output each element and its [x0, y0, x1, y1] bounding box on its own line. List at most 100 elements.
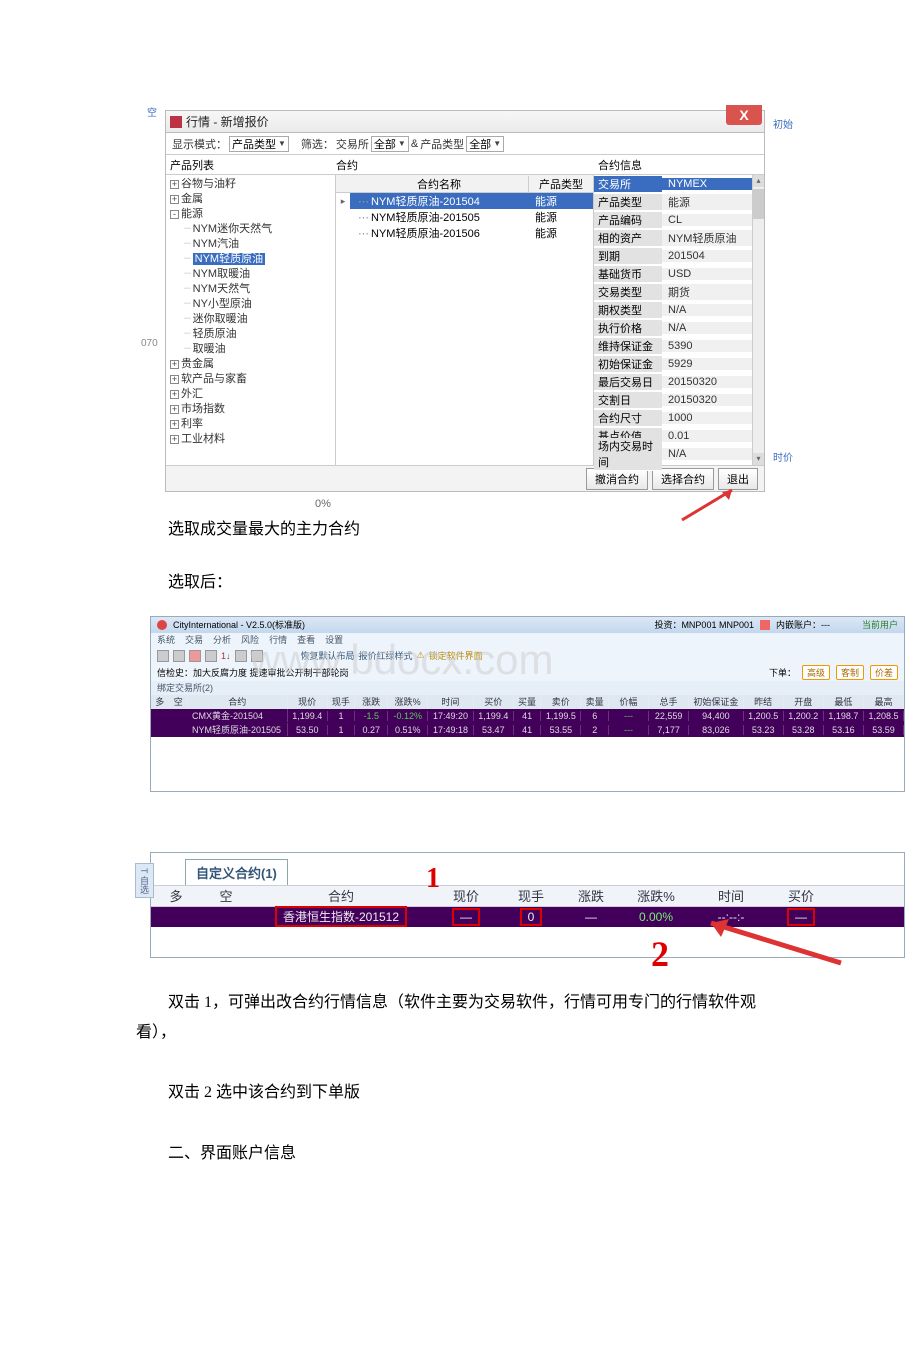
product-tree[interactable]: +谷物与油籽+金属-能源NYM迷你天然气NYM汽油NYM轻质原油NYM取暖油NY…: [166, 175, 336, 465]
grid-header-cell[interactable]: 买量: [514, 695, 542, 709]
tree-leaf[interactable]: 迷你取暖油: [184, 312, 331, 327]
info-row: 执行价格N/A: [594, 319, 764, 337]
app-icon: [170, 116, 182, 128]
grid-header-cell[interactable]: 合约: [188, 695, 288, 709]
quote-dialog: 空 初始 时价 070 行情 - 新增报价 X 显示模式： 产品类型▼ 筛选： …: [165, 110, 765, 492]
grid-header-cell[interactable]: 多: [151, 695, 170, 709]
close-button[interactable]: X: [726, 105, 762, 125]
tree-leaf[interactable]: NYM天然气: [184, 282, 331, 297]
order-label: 下单：: [769, 666, 796, 679]
filter-exchange-label: 交易所: [336, 136, 369, 152]
grid-header-cell[interactable]: 价幅: [609, 695, 649, 709]
app-menu[interactable]: 系统交易分析风险行情查看设置: [151, 633, 904, 647]
col-short: 空: [201, 886, 251, 905]
current-user-button[interactable]: 当前用户: [862, 618, 898, 631]
grid-header-cell[interactable]: 卖量: [581, 695, 609, 709]
product-type-dropdown[interactable]: 全部▼: [466, 136, 504, 152]
scroll-thumb[interactable]: [753, 189, 764, 219]
restore-layout-button[interactable]: 恢复默认布局: [301, 649, 355, 662]
menu-item[interactable]: 交易: [185, 633, 203, 647]
display-mode-dropdown[interactable]: 产品类型▼: [229, 136, 289, 152]
watchlist-tab[interactable]: 绑定交易所(2): [151, 681, 904, 695]
tree-node[interactable]: -能源: [170, 207, 331, 222]
order-mode-advanced[interactable]: 高级: [802, 665, 830, 680]
quote-row[interactable]: NYM轻质原油-20150553.5010.270.51%17:49:1853.…: [151, 723, 904, 737]
tree-node[interactable]: +贵金属: [170, 357, 331, 372]
grid-header-cell[interactable]: 买价: [474, 695, 514, 709]
app-toolbar[interactable]: 1↓ 恢复默认布局 报价红绿样式 ⚠ 锁定软件界面: [151, 647, 904, 665]
tree-leaf[interactable]: NYM轻质原油: [184, 252, 331, 267]
price-cell[interactable]: —: [452, 908, 480, 926]
tree-node[interactable]: +利率: [170, 417, 331, 432]
tree-leaf[interactable]: 轻质原油: [184, 327, 331, 342]
tree-leaf[interactable]: 取暖油: [184, 342, 331, 357]
grid-header-cell[interactable]: 最高: [864, 695, 904, 709]
color-style-button[interactable]: 报价红绿样式: [359, 649, 413, 662]
tree-leaf[interactable]: NYM迷你天然气: [184, 222, 331, 237]
paragraph: 二、界面账户信息: [136, 1139, 776, 1169]
vol-cell[interactable]: 0: [520, 908, 543, 926]
menu-item[interactable]: 行情: [269, 633, 287, 647]
menu-item[interactable]: 风险: [241, 633, 259, 647]
tool-icon[interactable]: [189, 650, 201, 662]
menu-item[interactable]: 查看: [297, 633, 315, 647]
grid-header-cell[interactable]: 空: [170, 695, 189, 709]
quote-grid[interactable]: 多空合约现价现手涨跌涨跌%时间买价买量卖价卖量价幅总手初始保证金昨结开盘最低最高…: [151, 695, 904, 737]
tree-node[interactable]: +软产品与家畜: [170, 372, 331, 387]
contract-list[interactable]: 合约名称 产品类型 NYM轻质原油-201504能源NYM轻质原油-201505…: [336, 175, 594, 465]
grid-header-cell[interactable]: 现价: [288, 695, 328, 709]
grid-header-cell[interactable]: 卖价: [541, 695, 581, 709]
scroll-down-icon[interactable]: ▾: [753, 453, 764, 465]
tree-node[interactable]: +市场指数: [170, 402, 331, 417]
contract-row[interactable]: NYM轻质原油-201505能源: [336, 209, 593, 225]
tool-icon[interactable]: [157, 650, 169, 662]
grid-header-cell[interactable]: 最低: [824, 695, 864, 709]
side-tab[interactable]: T 自选: [135, 863, 154, 899]
grid-header-cell[interactable]: 开盘: [784, 695, 824, 709]
scroll-up-icon[interactable]: ▴: [753, 175, 764, 187]
tree-leaf[interactable]: NY小型原油: [184, 297, 331, 312]
info-scrollbar[interactable]: ▴ ▾: [752, 175, 764, 465]
grid-header-cell[interactable]: 涨跌: [355, 695, 388, 709]
grid-header-cell[interactable]: 时间: [428, 695, 474, 709]
display-mode-label: 显示模式：: [172, 136, 227, 152]
clear-contract-button[interactable]: 撤消合约: [586, 468, 648, 490]
grid-header-cell[interactable]: 初始保证金: [689, 695, 744, 709]
grid-header-cell[interactable]: 总手: [649, 695, 689, 709]
menu-item[interactable]: 系统: [157, 633, 175, 647]
info-row: 期权类型N/A: [594, 301, 764, 319]
tool-icon[interactable]: [235, 650, 247, 662]
news-text: 信检史：加大反腐力度 提速审批公开制干部轮岗: [157, 666, 349, 679]
tree-node[interactable]: +谷物与油籽: [170, 177, 331, 192]
tree-leaf[interactable]: NYM取暖油: [184, 267, 331, 282]
dialog-titlebar[interactable]: 行情 - 新增报价 X: [165, 110, 765, 132]
paragraph: 选取成交量最大的主力合约: [168, 516, 920, 545]
menu-item[interactable]: 设置: [325, 633, 343, 647]
info-row: 相的资产NYM轻质原油: [594, 229, 764, 247]
grid-header-cell[interactable]: 涨跌%: [388, 695, 428, 709]
order-mode-spread[interactable]: 价差: [870, 665, 898, 680]
contract-info-panel: 交易所NYMEX产品类型能源产品编码CL相的资产NYM轻质原油到期201504基…: [594, 175, 764, 465]
order-mode-custom[interactable]: 客制: [836, 665, 864, 680]
grid-header-cell[interactable]: 现手: [328, 695, 356, 709]
custom-contract-tab[interactable]: 自定义合约(1): [185, 859, 288, 885]
contract-row[interactable]: NYM轻质原油-201504能源: [336, 193, 593, 209]
app-titlebar[interactable]: CityInternational - V2.5.0(标准版) 投资：MNP00…: [151, 617, 904, 633]
filter-exchange-dropdown[interactable]: 全部▼: [371, 136, 409, 152]
contract-row[interactable]: NYM轻质原油-201506能源: [336, 225, 593, 241]
dialog-buttons: 撤消合约 选择合约 退出: [166, 465, 764, 491]
quote-row[interactable]: CMX黄金-2015041,199.41-1.5-0.12%17:49:201,…: [151, 709, 904, 723]
grid-header-cell[interactable]: 昨结: [744, 695, 784, 709]
tool-icon[interactable]: [205, 650, 217, 662]
tool-icon[interactable]: [173, 650, 185, 662]
contract-name-cell[interactable]: 香港恒生指数-201512: [275, 906, 407, 927]
menu-item[interactable]: 分析: [213, 633, 231, 647]
tree-node[interactable]: +金属: [170, 192, 331, 207]
tree-node[interactable]: +工业材料: [170, 432, 331, 447]
tree-leaf[interactable]: NYM汽油: [184, 237, 331, 252]
lock-layout-button[interactable]: 锁定软件界面: [429, 649, 483, 662]
tree-node[interactable]: +外汇: [170, 387, 331, 402]
info-row: 初始保证金5929: [594, 355, 764, 373]
tool-icon[interactable]: [251, 650, 263, 662]
col-long: 多: [151, 886, 201, 905]
